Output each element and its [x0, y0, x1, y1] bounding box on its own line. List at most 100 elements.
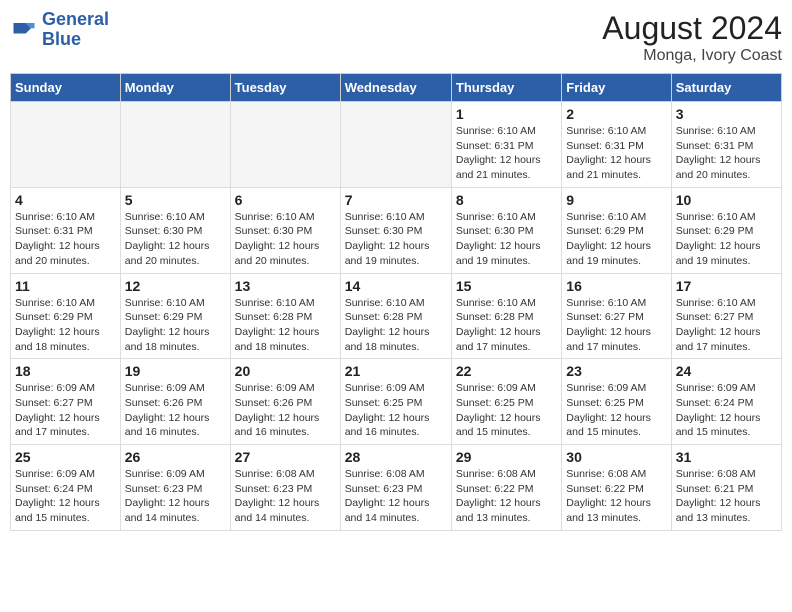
- day-number: 24: [676, 363, 777, 379]
- day-of-week-sunday: Sunday: [11, 74, 121, 102]
- day-number: 4: [15, 192, 116, 208]
- calendar-table: SundayMondayTuesdayWednesdayThursdayFrid…: [10, 73, 782, 531]
- day-number: 15: [456, 278, 557, 294]
- day-info: Sunrise: 6:10 AM Sunset: 6:27 PM Dayligh…: [676, 296, 777, 355]
- calendar-cell: 31 Sunrise: 6:08 AM Sunset: 6:21 PM Dayli…: [671, 445, 781, 531]
- title-section: August 2024 Monga, Ivory Coast: [602, 10, 782, 65]
- day-info: Sunrise: 6:10 AM Sunset: 6:30 PM Dayligh…: [235, 210, 336, 269]
- calendar-cell: 25 Sunrise: 6:09 AM Sunset: 6:24 PM Dayli…: [11, 445, 121, 531]
- day-of-week-friday: Friday: [562, 74, 671, 102]
- day-info: Sunrise: 6:10 AM Sunset: 6:28 PM Dayligh…: [235, 296, 336, 355]
- calendar-cell: 9 Sunrise: 6:10 AM Sunset: 6:29 PM Daylig…: [562, 187, 671, 273]
- day-info: Sunrise: 6:09 AM Sunset: 6:27 PM Dayligh…: [15, 381, 116, 440]
- day-info: Sunrise: 6:10 AM Sunset: 6:31 PM Dayligh…: [15, 210, 116, 269]
- location-title: Monga, Ivory Coast: [602, 47, 782, 65]
- day-info: Sunrise: 6:09 AM Sunset: 6:23 PM Dayligh…: [125, 467, 226, 526]
- day-info: Sunrise: 6:10 AM Sunset: 6:31 PM Dayligh…: [566, 124, 666, 183]
- day-info: Sunrise: 6:08 AM Sunset: 6:22 PM Dayligh…: [456, 467, 557, 526]
- calendar-cell: 26 Sunrise: 6:09 AM Sunset: 6:23 PM Dayli…: [120, 445, 230, 531]
- calendar-header: SundayMondayTuesdayWednesdayThursdayFrid…: [11, 74, 782, 102]
- calendar-cell: 5 Sunrise: 6:10 AM Sunset: 6:30 PM Daylig…: [120, 187, 230, 273]
- day-number: 30: [566, 449, 666, 465]
- day-info: Sunrise: 6:08 AM Sunset: 6:22 PM Dayligh…: [566, 467, 666, 526]
- day-number: 29: [456, 449, 557, 465]
- day-number: 10: [676, 192, 777, 208]
- day-of-week-thursday: Thursday: [451, 74, 561, 102]
- day-info: Sunrise: 6:08 AM Sunset: 6:23 PM Dayligh…: [235, 467, 336, 526]
- calendar-cell: 30 Sunrise: 6:08 AM Sunset: 6:22 PM Dayli…: [562, 445, 671, 531]
- day-info: Sunrise: 6:10 AM Sunset: 6:31 PM Dayligh…: [456, 124, 557, 183]
- calendar-cell: 17 Sunrise: 6:10 AM Sunset: 6:27 PM Dayli…: [671, 273, 781, 359]
- day-number: 7: [345, 192, 447, 208]
- calendar-cell: 24 Sunrise: 6:09 AM Sunset: 6:24 PM Dayli…: [671, 359, 781, 445]
- day-info: Sunrise: 6:09 AM Sunset: 6:25 PM Dayligh…: [345, 381, 447, 440]
- day-number: 16: [566, 278, 666, 294]
- day-number: 6: [235, 192, 336, 208]
- day-info: Sunrise: 6:10 AM Sunset: 6:29 PM Dayligh…: [676, 210, 777, 269]
- day-number: 17: [676, 278, 777, 294]
- day-of-week-wednesday: Wednesday: [340, 74, 451, 102]
- day-number: 23: [566, 363, 666, 379]
- calendar-cell: 8 Sunrise: 6:10 AM Sunset: 6:30 PM Daylig…: [451, 187, 561, 273]
- day-info: Sunrise: 6:10 AM Sunset: 6:30 PM Dayligh…: [456, 210, 557, 269]
- day-number: 25: [15, 449, 116, 465]
- calendar-cell: 18 Sunrise: 6:09 AM Sunset: 6:27 PM Dayli…: [11, 359, 121, 445]
- day-number: 14: [345, 278, 447, 294]
- day-info: Sunrise: 6:10 AM Sunset: 6:28 PM Dayligh…: [345, 296, 447, 355]
- day-number: 11: [15, 278, 116, 294]
- calendar-cell: 12Sunrise: 6:10 AM Sunset: 6:29 PM Dayli…: [120, 273, 230, 359]
- day-info: Sunrise: 6:09 AM Sunset: 6:25 PM Dayligh…: [566, 381, 666, 440]
- calendar-week-row: 1Sunrise: 6:10 AM Sunset: 6:31 PM Daylig…: [11, 102, 782, 188]
- calendar-cell: 7Sunrise: 6:10 AM Sunset: 6:30 PM Daylig…: [340, 187, 451, 273]
- month-year-title: August 2024: [602, 10, 782, 47]
- calendar-cell: 15 Sunrise: 6:10 AM Sunset: 6:28 PM Dayli…: [451, 273, 561, 359]
- calendar-cell: [11, 102, 121, 188]
- calendar-cell: 11Sunrise: 6:10 AM Sunset: 6:29 PM Dayli…: [11, 273, 121, 359]
- page-header: General Blue August 2024 Monga, Ivory Co…: [10, 10, 782, 65]
- calendar-week-row: 18 Sunrise: 6:09 AM Sunset: 6:27 PM Dayli…: [11, 359, 782, 445]
- day-of-week-saturday: Saturday: [671, 74, 781, 102]
- calendar-body: 1Sunrise: 6:10 AM Sunset: 6:31 PM Daylig…: [11, 102, 782, 531]
- day-info: Sunrise: 6:09 AM Sunset: 6:24 PM Dayligh…: [676, 381, 777, 440]
- day-number: 18: [15, 363, 116, 379]
- calendar-cell: 1Sunrise: 6:10 AM Sunset: 6:31 PM Daylig…: [451, 102, 561, 188]
- day-number: 27: [235, 449, 336, 465]
- day-info: Sunrise: 6:09 AM Sunset: 6:24 PM Dayligh…: [15, 467, 116, 526]
- day-info: Sunrise: 6:10 AM Sunset: 6:30 PM Dayligh…: [125, 210, 226, 269]
- day-number: 3: [676, 106, 777, 122]
- day-info: Sunrise: 6:09 AM Sunset: 6:25 PM Dayligh…: [456, 381, 557, 440]
- calendar-cell: 28 Sunrise: 6:08 AM Sunset: 6:23 PM Dayli…: [340, 445, 451, 531]
- calendar-cell: 27 Sunrise: 6:08 AM Sunset: 6:23 PM Dayli…: [230, 445, 340, 531]
- calendar-cell: 3 Sunrise: 6:10 AM Sunset: 6:31 PM Daylig…: [671, 102, 781, 188]
- day-number: 22: [456, 363, 557, 379]
- day-number: 19: [125, 363, 226, 379]
- day-info: Sunrise: 6:10 AM Sunset: 6:27 PM Dayligh…: [566, 296, 666, 355]
- calendar-week-row: 25 Sunrise: 6:09 AM Sunset: 6:24 PM Dayli…: [11, 445, 782, 531]
- day-info: Sunrise: 6:10 AM Sunset: 6:31 PM Dayligh…: [676, 124, 777, 183]
- day-number: 9: [566, 192, 666, 208]
- day-info: Sunrise: 6:10 AM Sunset: 6:28 PM Dayligh…: [456, 296, 557, 355]
- logo-icon: [10, 16, 38, 44]
- calendar-cell: 6 Sunrise: 6:10 AM Sunset: 6:30 PM Daylig…: [230, 187, 340, 273]
- day-number: 5: [125, 192, 226, 208]
- day-number: 31: [676, 449, 777, 465]
- calendar-cell: [340, 102, 451, 188]
- day-info: Sunrise: 6:08 AM Sunset: 6:23 PM Dayligh…: [345, 467, 447, 526]
- calendar-cell: [230, 102, 340, 188]
- calendar-cell: 23 Sunrise: 6:09 AM Sunset: 6:25 PM Dayli…: [562, 359, 671, 445]
- calendar-cell: 16 Sunrise: 6:10 AM Sunset: 6:27 PM Dayli…: [562, 273, 671, 359]
- day-number: 8: [456, 192, 557, 208]
- calendar-cell: 21 Sunrise: 6:09 AM Sunset: 6:25 PM Dayli…: [340, 359, 451, 445]
- day-info: Sunrise: 6:10 AM Sunset: 6:29 PM Dayligh…: [125, 296, 226, 355]
- day-info: Sunrise: 6:10 AM Sunset: 6:29 PM Dayligh…: [566, 210, 666, 269]
- day-number: 2: [566, 106, 666, 122]
- day-number: 26: [125, 449, 226, 465]
- calendar-cell: 29 Sunrise: 6:08 AM Sunset: 6:22 PM Dayli…: [451, 445, 561, 531]
- days-of-week-row: SundayMondayTuesdayWednesdayThursdayFrid…: [11, 74, 782, 102]
- calendar-week-row: 11 Sunrise: 6:10 AM Sunset: 6:29 PM Dayli…: [11, 273, 782, 359]
- day-info: Sunrise: 6:08 AM Sunset: 6:21 PM Dayligh…: [676, 467, 777, 526]
- day-of-week-monday: Monday: [120, 74, 230, 102]
- calendar-cell: 10 Sunrise: 6:10 AM Sunset: 6:29 PM Dayli…: [671, 187, 781, 273]
- day-number: 28: [345, 449, 447, 465]
- day-number: 21: [345, 363, 447, 379]
